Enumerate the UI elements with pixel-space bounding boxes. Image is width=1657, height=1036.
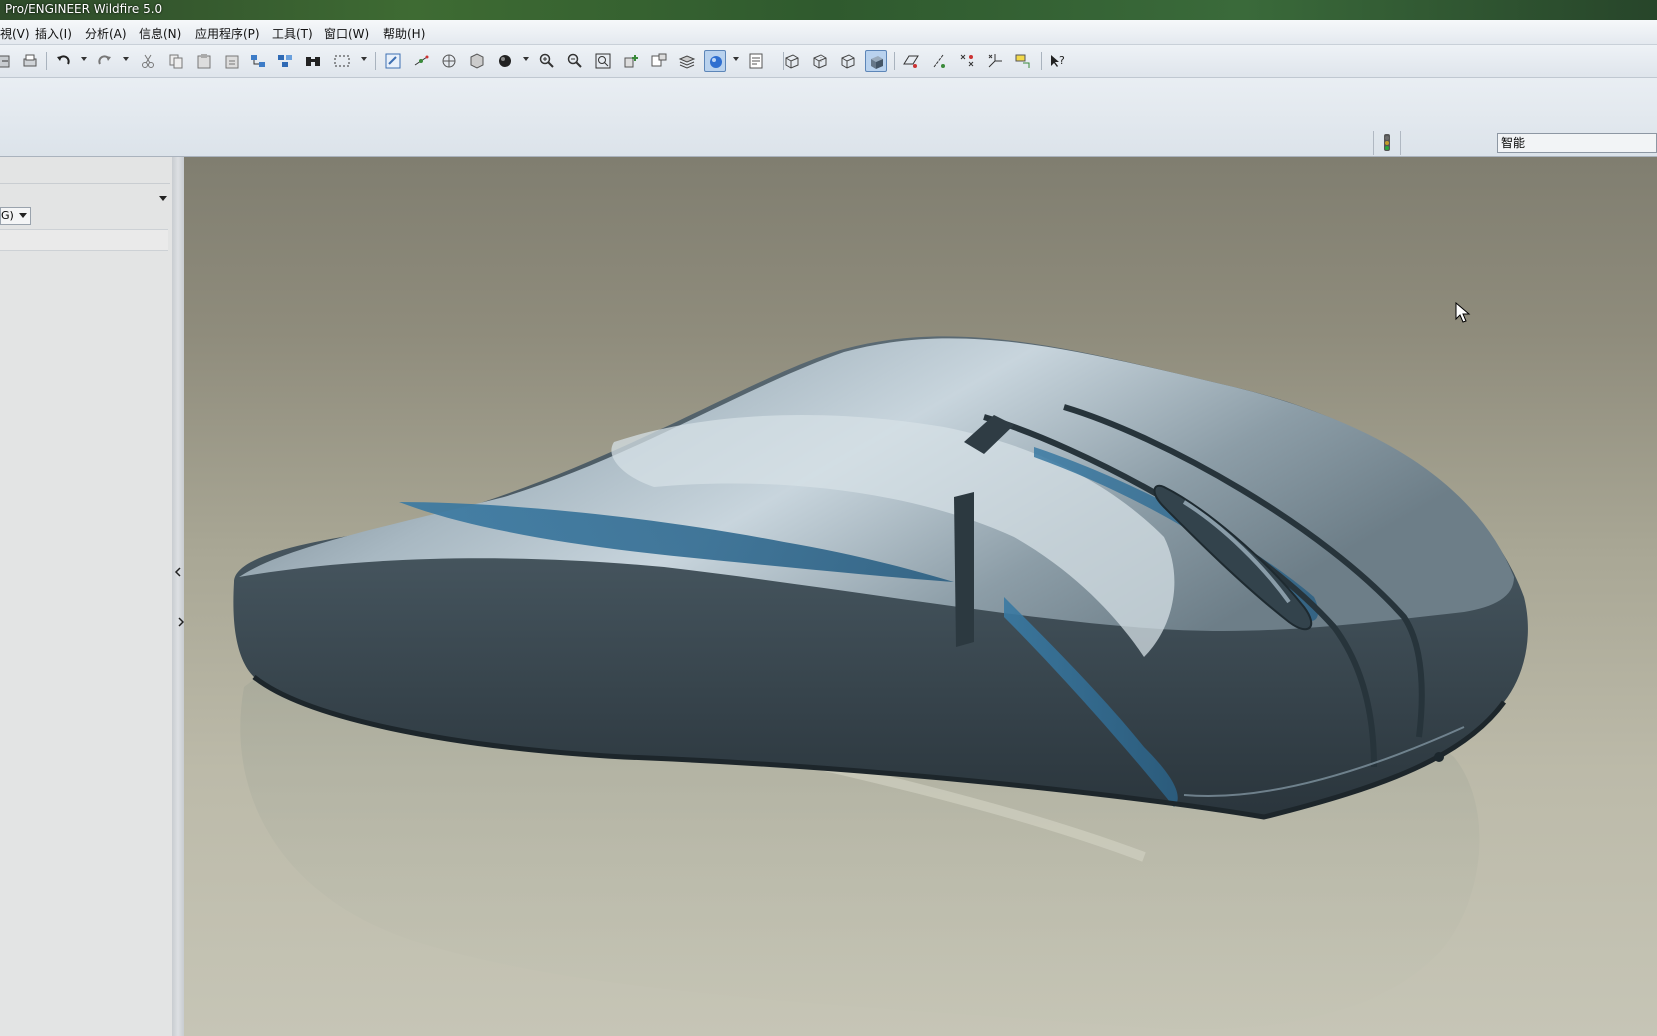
select-box-icon[interactable]: [331, 50, 353, 72]
toolbar-separator: [894, 52, 895, 70]
datum-points-icon[interactable]: [956, 50, 978, 72]
repaint-icon[interactable]: [382, 50, 404, 72]
reorient-icon[interactable]: [620, 50, 642, 72]
panel-filter-combo-value: G): [1, 209, 14, 222]
panel-header-row: [0, 229, 168, 251]
select-dropdown-icon[interactable]: [361, 57, 367, 61]
side-notch: [954, 492, 974, 647]
find-icon[interactable]: [302, 50, 324, 72]
coord-sys-icon[interactable]: [984, 50, 1006, 72]
menu-tools[interactable]: 工具(T): [272, 25, 313, 42]
orient-icon[interactable]: [438, 50, 460, 72]
menu-help[interactable]: 帮助(H): [383, 25, 425, 42]
appearance-dropdown-icon[interactable]: [733, 57, 739, 61]
menu-info[interactable]: 信息(N): [139, 25, 181, 42]
shading-dropdown-icon[interactable]: [523, 57, 529, 61]
spin-center-icon[interactable]: [410, 50, 432, 72]
redo-icon[interactable]: [94, 50, 116, 72]
regenerate-model-icon[interactable]: [247, 50, 269, 72]
toolbar-separator: [375, 52, 376, 70]
layers-icon[interactable]: [676, 50, 698, 72]
menu-insert[interactable]: 插入(I): [35, 25, 72, 42]
menu-window[interactable]: 窗口(W): [324, 25, 369, 42]
cut-icon[interactable]: [137, 50, 159, 72]
mouse-pointer-icon: [1455, 301, 1471, 327]
undo-dropdown-icon[interactable]: [81, 57, 87, 61]
shading-ball-icon[interactable]: [494, 50, 516, 72]
menu-bar: 視(V) 插入(I) 分析(A) 信息(N) 应用程序(P) 工具(T) 窗口(…: [0, 20, 1657, 45]
panel-splitter[interactable]: [172, 157, 184, 1036]
collapse-arrow-icon[interactable]: [174, 567, 182, 577]
saved-views-icon[interactable]: [466, 50, 488, 72]
toolbar-separator: [46, 52, 47, 70]
secondary-toolbar-area: [0, 78, 1657, 157]
menu-view[interactable]: 視(V): [0, 25, 30, 42]
main-toolbar: ?: [0, 45, 1657, 78]
context-help-icon[interactable]: ?: [1046, 50, 1068, 72]
paste-icon[interactable]: [193, 50, 215, 72]
selection-filter-select[interactable]: 智能: [1497, 133, 1657, 153]
selection-filter-value: 智能: [1501, 136, 1526, 150]
panel-divider: [0, 183, 170, 184]
copy-icon[interactable]: [165, 50, 187, 72]
model-tree-settings-icon[interactable]: [746, 50, 768, 72]
panel-menu-dropdown-icon[interactable]: [158, 191, 168, 205]
title-bar: Pro/ENGINEER Wildfire 5.0: [0, 0, 1657, 20]
cable-port: [1434, 752, 1444, 762]
datum-axes-icon[interactable]: [928, 50, 950, 72]
window-title: Pro/ENGINEER Wildfire 5.0: [5, 2, 163, 16]
status-light-icon: [1373, 131, 1401, 155]
view-manager-icon[interactable]: [648, 50, 670, 72]
annotation-icon[interactable]: [1012, 50, 1034, 72]
menu-analysis[interactable]: 分析(A): [85, 25, 127, 42]
wireframe-icon[interactable]: [781, 50, 803, 72]
appearance-icon[interactable]: [704, 50, 726, 72]
datum-planes-icon[interactable]: [900, 50, 922, 72]
graphics-viewport[interactable]: [184, 157, 1657, 1036]
regen-manager-icon[interactable]: [274, 50, 296, 72]
menu-applications[interactable]: 应用程序(P): [195, 25, 260, 42]
undo-icon[interactable]: [52, 50, 74, 72]
no-hidden-icon[interactable]: [837, 50, 859, 72]
panel-filter-combo[interactable]: G): [0, 207, 31, 225]
paste-special-icon[interactable]: [221, 50, 243, 72]
regenerate-icon[interactable]: [0, 50, 16, 72]
print-icon[interactable]: [19, 50, 41, 72]
refit-icon[interactable]: [592, 50, 614, 72]
zoom-in-icon[interactable]: [536, 50, 558, 72]
hidden-line-icon[interactable]: [809, 50, 831, 72]
mouse-model-render: [233, 336, 1528, 1030]
svg-text:?: ?: [1059, 54, 1065, 67]
toolbar-separator: [1041, 52, 1042, 70]
redo-dropdown-icon[interactable]: [123, 57, 129, 61]
zoom-out-icon[interactable]: [564, 50, 586, 72]
model-tree-panel: G): [0, 157, 173, 1036]
shading-icon[interactable]: [865, 50, 887, 72]
